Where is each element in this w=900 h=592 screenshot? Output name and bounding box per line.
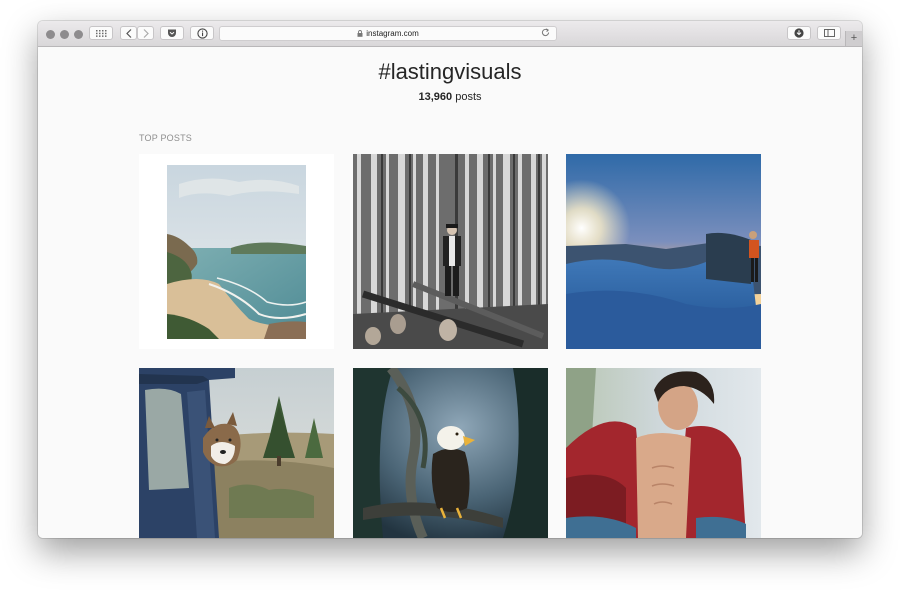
info-icon xyxy=(196,27,208,39)
post-image xyxy=(566,154,761,349)
lock-icon xyxy=(357,30,363,37)
download-icon xyxy=(794,28,804,38)
post-count-number: 13,960 xyxy=(418,91,453,103)
post-image xyxy=(139,368,334,538)
post-image xyxy=(353,154,548,349)
url-text: instagram.com xyxy=(366,29,419,38)
downloads-button[interactable] xyxy=(787,26,811,40)
post-count: 13,960 posts xyxy=(38,91,862,103)
pocket-button[interactable] xyxy=(160,26,184,40)
post-man-red-jacket[interactable] xyxy=(566,368,761,538)
reload-icon[interactable] xyxy=(541,28,550,37)
forward-button[interactable] xyxy=(137,26,154,40)
page-title: #lastingvisuals xyxy=(378,59,522,84)
post-image xyxy=(566,368,761,538)
info-button[interactable] xyxy=(190,26,214,40)
pocket-icon xyxy=(167,29,177,38)
post-husky-in-car[interactable] xyxy=(139,368,334,538)
post-image xyxy=(353,368,548,538)
close-window-button[interactable] xyxy=(46,30,55,39)
post-image xyxy=(167,165,307,339)
zoom-window-button[interactable] xyxy=(74,30,83,39)
post-count-suffix: posts xyxy=(455,91,482,103)
browser-window: instagram.com + #lastingvisuals 13,960 p… xyxy=(38,21,862,538)
post-birch-forest-man[interactable] xyxy=(353,154,548,349)
address-bar[interactable]: instagram.com xyxy=(219,26,557,41)
sidebar-icon xyxy=(823,29,835,37)
page-content: #lastingvisuals 13,960 posts TOP POSTS xyxy=(38,47,862,538)
section-label-top-posts: TOP POSTS xyxy=(139,133,192,143)
post-snowy-sunset-hiker[interactable] xyxy=(566,154,761,349)
grid-view-button[interactable] xyxy=(89,26,113,40)
chevron-left-icon xyxy=(125,28,132,38)
chevron-right-icon xyxy=(143,28,149,38)
post-coastal-beach[interactable] xyxy=(139,154,334,349)
post-bald-eagle[interactable] xyxy=(353,368,548,538)
grid-icon xyxy=(95,29,107,37)
back-button[interactable] xyxy=(120,26,137,40)
new-tab-button[interactable]: + xyxy=(845,31,862,46)
browser-toolbar: instagram.com + xyxy=(38,21,862,47)
minimize-window-button[interactable] xyxy=(60,30,69,39)
sidebar-toggle-button[interactable] xyxy=(817,26,841,40)
